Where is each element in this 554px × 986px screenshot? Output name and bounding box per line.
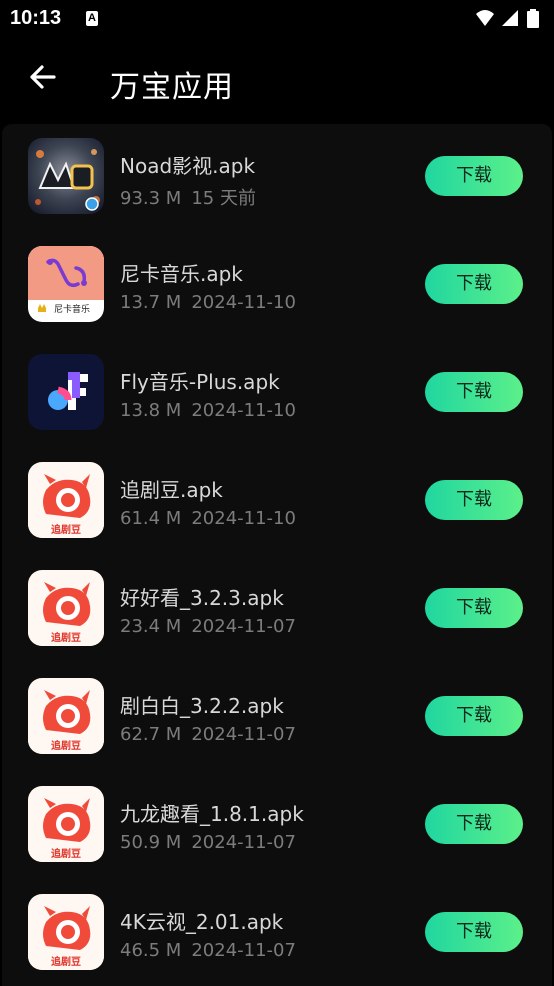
list-item[interactable]: 追剧豆 追剧豆.apk 61.4 M 2024-11-10 下载 — [2, 448, 552, 556]
zhuijudou-app-icon: 追剧豆 — [28, 894, 104, 970]
download-button[interactable]: 下载 — [425, 588, 523, 628]
zhuijudou-app-icon: 追剧豆 — [28, 570, 104, 646]
download-button[interactable]: 下载 — [425, 156, 523, 196]
download-button[interactable]: 下载 — [425, 372, 523, 412]
app-bar: 万宝应用 — [0, 38, 554, 124]
wifi-icon — [476, 10, 494, 26]
list-item[interactable]: 追剧豆 剧白白_3.2.2.apk 62.7 M 2024-11-07 下载 — [2, 664, 552, 772]
zhuijudou-app-icon: 追剧豆 — [28, 678, 104, 754]
download-button[interactable]: 下载 — [425, 804, 523, 844]
page-title: 万宝应用 — [110, 70, 234, 105]
app-name: Noad影视.apk — [120, 154, 256, 178]
app-name: 4K云视_2.01.apk — [120, 910, 284, 934]
app-meta: 13.8 M 2024-11-10 — [120, 400, 296, 421]
battery-icon — [527, 9, 539, 28]
a-icon: A — [86, 11, 98, 26]
list-item[interactable]: Fly音乐-Plus.apk 13.8 M 2024-11-10 下载 — [2, 340, 552, 448]
noad-app-icon — [28, 138, 104, 214]
app-date: 2024-11-07 — [191, 940, 296, 961]
nika-icon-label: 尼卡音乐 — [54, 303, 90, 315]
zhuijudou-icon-label: 追剧豆 — [51, 847, 81, 860]
app-meta: 23.4 M 2024-11-07 — [120, 616, 296, 637]
app-date: 2024-11-07 — [191, 616, 296, 637]
app-date: 2024-11-10 — [191, 292, 296, 313]
zhuijudou-icon-label: 追剧豆 — [51, 631, 81, 644]
app-size: 23.4 M — [120, 616, 182, 637]
app-date: 2024-11-07 — [191, 724, 296, 745]
back-button[interactable] — [26, 60, 60, 94]
list-item[interactable]: 追剧豆 好好看_3.2.3.apk 23.4 M 2024-11-07 下载 — [2, 556, 552, 664]
app-size: 61.4 M — [120, 508, 182, 529]
zhuijudou-icon-label: 追剧豆 — [51, 955, 81, 968]
list-item[interactable]: 尼卡音乐 尼卡音乐.apk 13.7 M 2024-11-10 下载 — [2, 232, 552, 340]
zhuijudou-icon-label: 追剧豆 — [51, 739, 81, 752]
download-button[interactable]: 下载 — [425, 480, 523, 520]
app-size: 62.7 M — [120, 724, 182, 745]
list-item[interactable]: 追剧豆 4K云视_2.01.apk 46.5 M 2024-11-07 下载 — [2, 880, 552, 986]
app-name: 九龙趣看_1.8.1.apk — [120, 802, 304, 826]
app-name: 剧白白_3.2.2.apk — [120, 694, 284, 718]
app-date: 2024-11-07 — [191, 832, 296, 853]
app-meta: 61.4 M 2024-11-10 — [120, 508, 296, 529]
arrow-left-icon — [30, 65, 56, 89]
download-button[interactable]: 下载 — [425, 696, 523, 736]
app-name: 尼卡音乐.apk — [120, 262, 243, 286]
status-time: 10:13 — [10, 7, 62, 29]
app-size: 13.7 M — [120, 292, 182, 313]
status-bar: 10:13 A — [0, 0, 554, 38]
app-name: 追剧豆.apk — [120, 478, 223, 502]
app-size: 46.5 M — [120, 940, 182, 961]
app-date: 2024-11-10 — [191, 508, 296, 529]
app-name: 好好看_3.2.3.apk — [120, 586, 284, 610]
app-meta: 46.5 M 2024-11-07 — [120, 940, 296, 961]
nika-music-app-icon: 尼卡音乐 — [28, 246, 104, 322]
zhuijudou-app-icon: 追剧豆 — [28, 786, 104, 862]
app-meta: 93.3 M 15 天前 — [120, 184, 256, 210]
app-size: 13.8 M — [120, 400, 182, 421]
zhuijudou-icon-label: 追剧豆 — [51, 523, 81, 536]
app-meta: 13.7 M 2024-11-10 — [120, 292, 296, 313]
list-item[interactable]: Noad影视.apk 93.3 M 15 天前 下载 — [2, 124, 552, 232]
app-meta: 50.9 M 2024-11-07 — [120, 832, 296, 853]
app-size: 93.3 M — [120, 188, 182, 209]
app-date: 2024-11-10 — [191, 400, 296, 421]
app-list: Noad影视.apk 93.3 M 15 天前 下载 尼卡音乐 尼卡音乐.apk … — [2, 124, 552, 986]
signal-icon — [502, 10, 518, 26]
status-icons — [474, 8, 546, 28]
list-item[interactable]: 追剧豆 九龙趣看_1.8.1.apk 50.9 M 2024-11-07 下载 — [2, 772, 552, 880]
fly-music-app-icon — [28, 354, 104, 430]
app-name: Fly音乐-Plus.apk — [120, 370, 280, 394]
zhuijudou-app-icon: 追剧豆 — [28, 462, 104, 538]
app-size: 50.9 M — [120, 832, 182, 853]
app-date: 15 天前 — [191, 188, 256, 209]
app-meta: 62.7 M 2024-11-07 — [120, 724, 296, 745]
download-button[interactable]: 下载 — [425, 912, 523, 952]
download-button[interactable]: 下载 — [425, 264, 523, 304]
